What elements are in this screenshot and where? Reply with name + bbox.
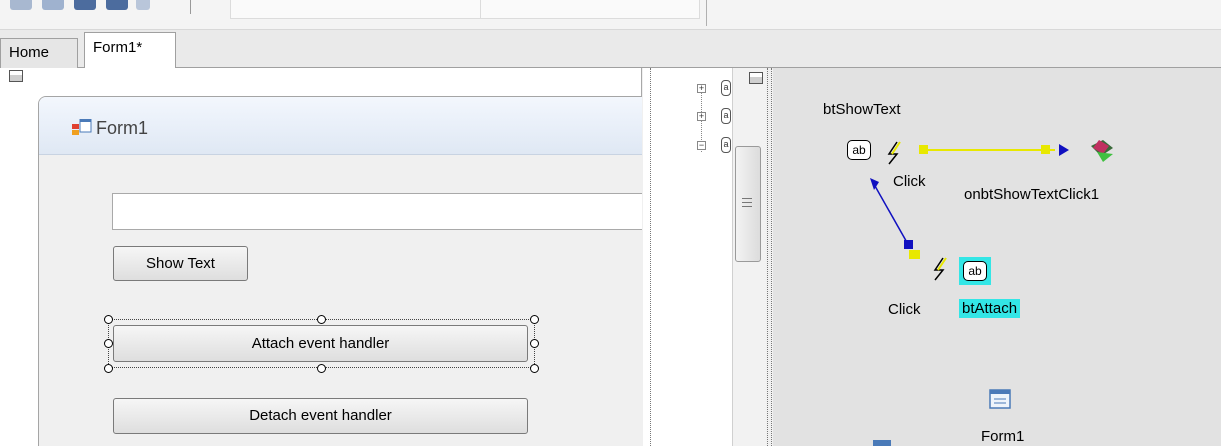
form1-component-label[interactable]: Form1 xyxy=(981,428,1024,445)
link-marker-yellow xyxy=(909,250,920,259)
resize-handle-e[interactable] xyxy=(530,339,539,348)
link-arrow-icon xyxy=(870,178,879,190)
resize-handle-s[interactable] xyxy=(317,364,326,373)
handler-arrow-icon xyxy=(1059,144,1069,156)
tab-form1[interactable]: Form1* xyxy=(84,32,176,69)
link-end-marker xyxy=(1041,145,1050,154)
form-app-icon xyxy=(72,119,92,135)
toolbar-icon-4[interactable] xyxy=(106,0,128,10)
canvas-window-icon[interactable] xyxy=(749,72,763,84)
component-icon-partial xyxy=(873,440,891,446)
form1-title: Form1 xyxy=(96,118,149,138)
show-text-button[interactable]: Show Text xyxy=(113,246,248,281)
resize-handle-se[interactable] xyxy=(530,364,539,373)
tree-node-2[interactable]: a xyxy=(721,108,731,124)
resize-handle-ne[interactable] xyxy=(530,315,539,324)
tree-collapse-icon[interactable]: − xyxy=(697,141,706,150)
canvas-separator-2 xyxy=(771,68,772,446)
detach-event-handler-button[interactable]: Detach event handler xyxy=(113,398,528,434)
button-component-icon[interactable]: ab xyxy=(847,140,871,160)
btattach-click-event[interactable]: Click xyxy=(888,301,921,318)
tab-form1-label: Form1* xyxy=(93,39,143,56)
toolbar-search-box[interactable] xyxy=(480,0,700,19)
handler-method-label[interactable]: onbtShowTextClick1 xyxy=(964,186,1099,203)
btattach-label[interactable]: btAttach xyxy=(959,299,1021,318)
event-link-line-2 xyxy=(874,185,910,247)
toolbar-combobox[interactable] xyxy=(230,0,482,19)
component-tree xyxy=(643,68,739,446)
tab-home[interactable]: Home xyxy=(0,38,78,68)
text-input[interactable] xyxy=(112,193,642,230)
toolbar-icon-3[interactable] xyxy=(74,0,96,10)
link-marker xyxy=(904,240,913,249)
tab-home-label: Home xyxy=(9,44,50,61)
resize-handle-sw[interactable] xyxy=(104,364,113,373)
link-start-marker xyxy=(919,145,928,154)
tree-node-3[interactable]: a xyxy=(721,137,731,153)
toolbar-separator xyxy=(190,0,191,14)
btshowtext-click-event[interactable]: Click xyxy=(893,173,926,190)
canvas-separator xyxy=(767,68,768,446)
toolbar xyxy=(0,0,1221,30)
tree-node-1[interactable]: a xyxy=(721,80,731,96)
tree-expand-icon[interactable]: + xyxy=(697,84,706,93)
tree-expand-icon[interactable]: + xyxy=(697,112,706,121)
tree-separator xyxy=(650,68,651,446)
toolbar-icon-5[interactable] xyxy=(136,0,150,10)
resize-handle-w[interactable] xyxy=(104,339,113,348)
scroll-grip-line xyxy=(742,202,752,203)
method-icon-bottom xyxy=(1097,152,1113,162)
window-component-icon[interactable] xyxy=(9,70,23,82)
toolbar-separator-2 xyxy=(706,0,707,26)
btattach-icon[interactable]: ab xyxy=(963,261,987,281)
event-links-layer xyxy=(870,140,1113,446)
btshowtext-label[interactable]: btShowText xyxy=(823,101,901,118)
resize-handle-nw[interactable] xyxy=(104,315,113,324)
resize-handle-n[interactable] xyxy=(317,315,326,324)
tab-bar: Home Form1* xyxy=(0,30,1221,69)
toolbar-icon-1[interactable] xyxy=(10,0,32,10)
attach-event-handler-button[interactable]: Attach event handler xyxy=(113,325,528,362)
toolbar-icon-2[interactable] xyxy=(42,0,64,10)
